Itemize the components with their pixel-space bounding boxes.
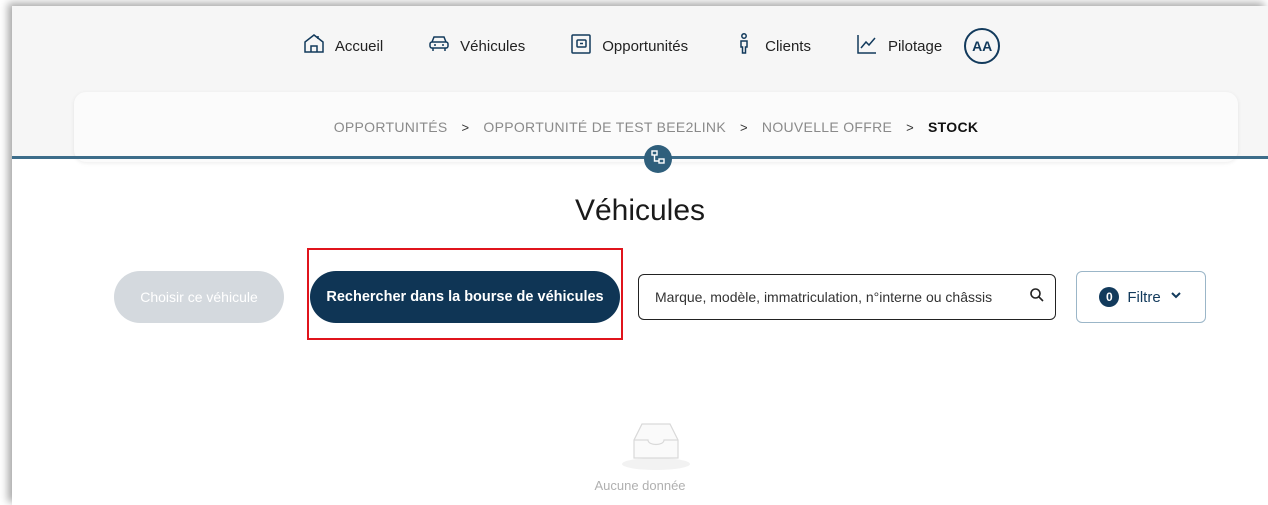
- nav-label: Pilotage: [887, 37, 943, 55]
- empty-state-text: Aucune donnée: [594, 478, 686, 493]
- filter-count-badge: 0: [1099, 287, 1120, 307]
- breadcrumb-item-opportunites[interactable]: OPPORTUNITÉS: [334, 119, 448, 135]
- chevron-right-icon: >: [906, 119, 915, 135]
- page-title: Véhicules: [574, 194, 706, 227]
- chevron-right-icon: >: [740, 119, 748, 135]
- search-input[interactable]: [653, 288, 1029, 306]
- nav-item-accueil[interactable]: Accueil: [302, 32, 383, 60]
- nav-item-opportunites[interactable]: Opportunités: [569, 32, 688, 60]
- nav-item-clients[interactable]: Clients: [732, 32, 811, 60]
- breadcrumb-item-opportunite[interactable]: OPPORTUNITÉ DE TEST BEE2LINK: [483, 119, 726, 135]
- stepper-node: [644, 145, 672, 173]
- person-icon: [732, 32, 756, 60]
- stepper-line: [12, 156, 1268, 159]
- nav-item-pilotage[interactable]: Pilotage: [855, 32, 942, 60]
- main-nav: Accueil Véhicules Opportunités Clients P…: [12, 6, 1268, 86]
- highlight-box: [307, 248, 623, 340]
- car-icon: [427, 32, 451, 60]
- avatar[interactable]: AA: [964, 28, 1001, 64]
- search-icon[interactable]: [1029, 287, 1045, 308]
- search-field[interactable]: [638, 274, 1056, 320]
- breadcrumb-item-nouvelle-offre[interactable]: NOUVELLE OFFRE: [762, 119, 892, 135]
- wallet-icon: [569, 32, 593, 60]
- nav-label: Accueil: [334, 37, 384, 55]
- breadcrumb-current: STOCK: [928, 119, 979, 135]
- home-icon: [302, 32, 326, 60]
- chevron-right-icon: >: [461, 119, 470, 135]
- nav-label: Clients: [765, 37, 811, 55]
- chart-icon: [855, 32, 879, 60]
- network-icon: [650, 149, 666, 170]
- filter-label: Filtre: [1127, 288, 1161, 306]
- choose-vehicle-button[interactable]: Choisir ce véhicule: [114, 271, 284, 323]
- empty-inbox-icon: [618, 416, 694, 472]
- nav-label: Véhicules: [460, 37, 526, 55]
- header-area: Accueil Véhicules Opportunités Clients P…: [12, 6, 1268, 162]
- app-window: Accueil Véhicules Opportunités Clients P…: [12, 6, 1268, 505]
- chevron-down-icon: [1169, 288, 1183, 306]
- filter-button[interactable]: 0 Filtre: [1076, 271, 1206, 323]
- nav-item-vehicules[interactable]: Véhicules: [427, 32, 525, 60]
- nav-label: Opportunités: [602, 37, 689, 55]
